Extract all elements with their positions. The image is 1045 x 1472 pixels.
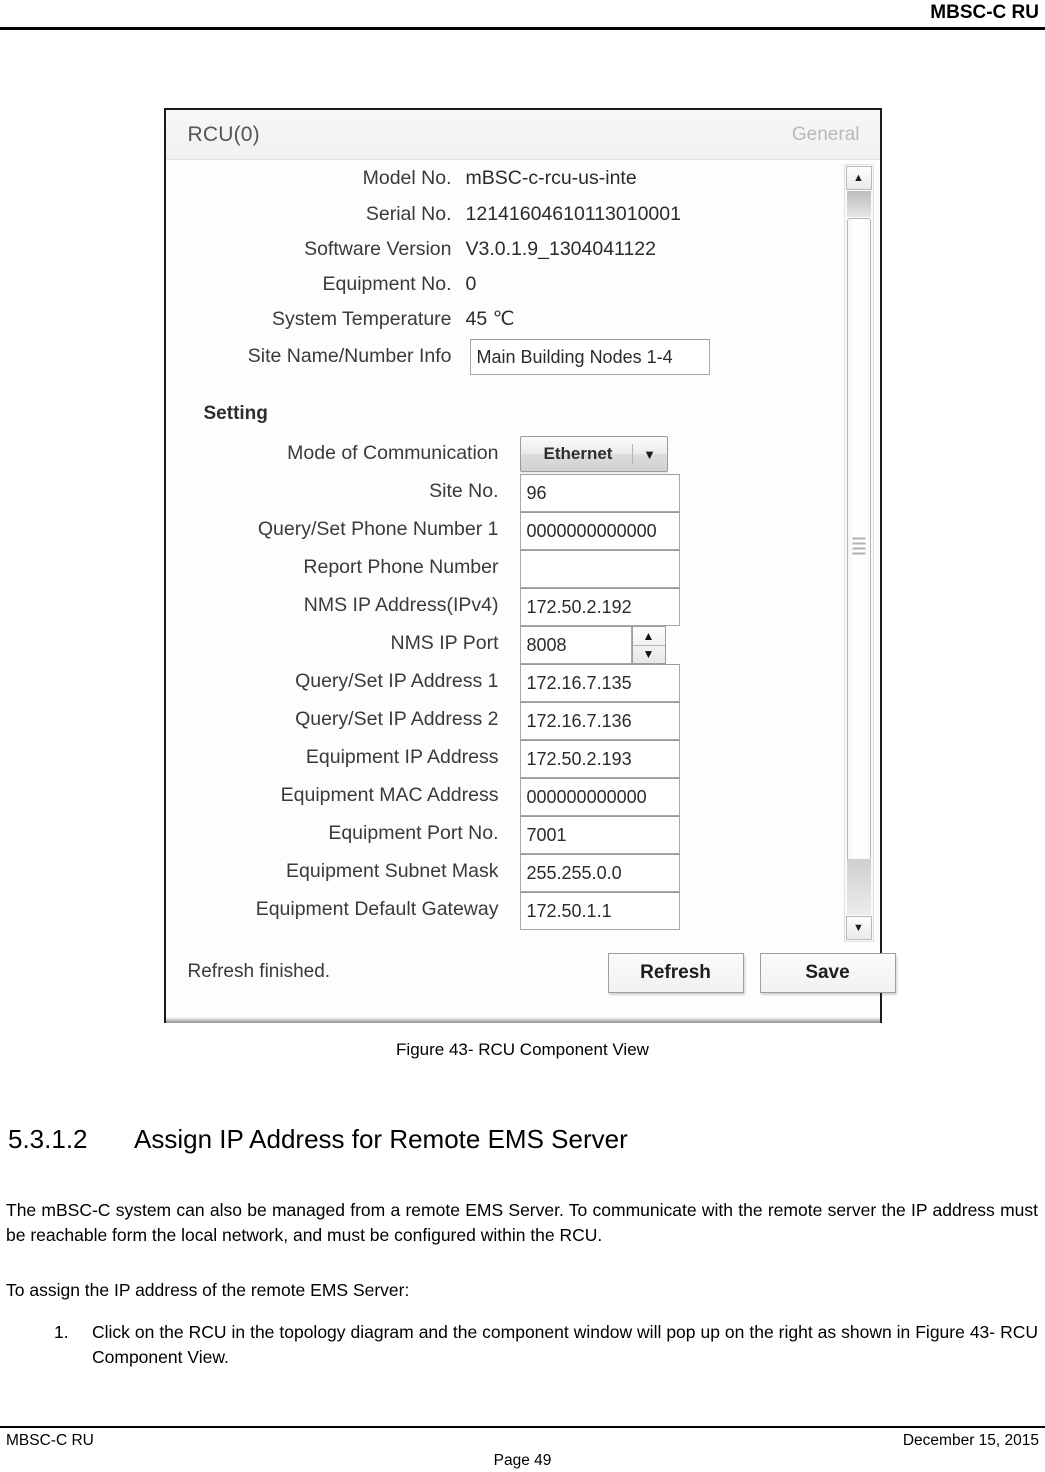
nms-ip-address-ipv4-value: 172.50.2.192 — [526, 596, 632, 617]
info-value-equipment-no: 0 — [465, 272, 477, 295]
numbered-step-list: 1. Click on the RCU in the topology diag… — [6, 1320, 1038, 1370]
equipment-subnet-mask-input[interactable]: 255.255.0.0 — [519, 854, 680, 892]
paragraph-intro: The mBSC-C system can also be managed fr… — [6, 1200, 1038, 1245]
nms-ip-port-input[interactable]: 8008 — [519, 626, 632, 664]
stepper-down-icon[interactable]: ▼ — [633, 646, 665, 664]
equipment-port-no-input[interactable]: 7001 — [519, 816, 680, 854]
info-row-software-version: Software Version — [166, 235, 452, 263]
info-row-model-no: Model No. — [166, 164, 452, 192]
scrollbar-track-above-thumb[interactable] — [846, 191, 871, 217]
equipment-mac-address-input[interactable]: 000000000000 — [519, 778, 680, 816]
refresh-button[interactable]: Refresh — [607, 953, 744, 993]
info-label: System Temperature — [271, 307, 452, 330]
chevron-down-icon[interactable]: ▼ — [633, 448, 667, 461]
info-label: Equipment No. — [322, 272, 452, 295]
info-value-system-temperature: 45 ℃ — [465, 308, 515, 330]
page-header-title: MBSC-C RU — [930, 2, 1039, 23]
list-item-marker: 1. — [54, 1322, 69, 1342]
equipment-default-gateway-value: 172.50.1.1 — [526, 900, 612, 921]
nms-ip-port-stepper[interactable]: ▲ ▼ — [631, 626, 666, 664]
nms-ip-port-value: 8008 — [526, 634, 567, 655]
label-query-set-ip-address-2: Query/Set IP Address 2 — [295, 708, 499, 730]
equipment-ip-address-value: 172.50.2.193 — [526, 748, 632, 769]
dialog-titlebar: RCU(0) General — [165, 110, 880, 160]
label-report-phone-number: Report Phone Number — [303, 556, 499, 578]
info-value-software-version: V3.0.1.9_1304041122 — [465, 237, 657, 260]
label-site-no: Site No. — [429, 480, 499, 502]
footer-page-number: Page 49 — [493, 1452, 552, 1469]
label-mode-of-communication: Mode of Communication — [287, 442, 499, 464]
stepper-up-icon[interactable]: ▲ — [632, 627, 665, 646]
info-value-serial-no: 12141604610113010001 — [465, 202, 681, 225]
info-row-site-name: Site Name/Number Info — [166, 342, 452, 370]
figure-rcu-component-view: RCU(0) General Model No. mBSC-c-rcu-us-i… — [0, 108, 1045, 1023]
footer-divider — [0, 1426, 1045, 1428]
label-equipment-mac-address: Equipment MAC Address — [280, 784, 499, 806]
info-label: Model No. — [362, 166, 452, 189]
paragraph-lead-in: To assign the IP address of the remote E… — [6, 1280, 410, 1300]
scroll-down-icon[interactable]: ▼ — [845, 916, 872, 940]
query-set-ip-address-1-input[interactable]: 172.16.7.135 — [519, 664, 680, 702]
page-header: MBSC-C RU — [0, 0, 1045, 28]
equipment-ip-address-input[interactable]: 172.50.2.193 — [519, 740, 680, 778]
info-label: Serial No. — [365, 202, 452, 225]
vertical-scrollbar[interactable]: ▲ ▼ — [843, 164, 874, 942]
dialog-footer: Refresh finished. Refresh Save — [165, 945, 896, 1023]
nms-ip-address-ipv4-input[interactable]: 172.50.2.192 — [519, 588, 680, 626]
site-no-value: 96 — [526, 482, 547, 503]
tab-general[interactable]: General — [792, 124, 860, 146]
query-set-phone-number-1-input[interactable]: 0000000000000 — [519, 512, 680, 550]
equipment-subnet-mask-value: 255.255.0.0 — [526, 862, 622, 883]
label-nms-ip-address-ipv4: NMS IP Address(IPv4) — [303, 594, 499, 616]
dialog-bottom-bevel — [165, 1017, 880, 1023]
equipment-port-no-value: 7001 — [526, 824, 567, 845]
site-no-input[interactable]: 96 — [519, 474, 680, 512]
scrollbar-thumb[interactable] — [846, 218, 871, 873]
dialog-inner: RCU(0) General Model No. mBSC-c-rcu-us-i… — [165, 110, 896, 1023]
mode-of-communication-dropdown[interactable]: Ethernet ▼ — [519, 436, 668, 472]
section-number: 5.3.1.2 — [8, 1124, 88, 1154]
label-query-set-ip-address-1: Query/Set IP Address 1 — [295, 670, 499, 692]
label-query-set-phone-number-1: Query/Set Phone Number 1 — [257, 518, 499, 540]
report-phone-number-input[interactable] — [519, 550, 680, 588]
dialog-content: Model No. mBSC-c-rcu-us-inte Serial No. … — [166, 160, 880, 945]
info-row-serial-no: Serial No. — [166, 200, 452, 228]
setting-section-title: Setting — [203, 403, 268, 424]
query-set-ip-address-2-value: 172.16.7.136 — [526, 710, 632, 731]
label-equipment-port-no: Equipment Port No. — [328, 822, 499, 844]
label-nms-ip-port: NMS IP Port — [390, 632, 499, 654]
query-set-ip-address-1-value: 172.16.7.135 — [526, 672, 632, 693]
list-item-text: Click on the RCU in the topology diagram… — [92, 1322, 1038, 1367]
dialog-title: RCU(0) — [187, 123, 260, 146]
label-equipment-subnet-mask: Equipment Subnet Mask — [286, 860, 499, 882]
save-button[interactable]: Save — [759, 953, 896, 993]
query-set-phone-number-1-value: 0000000000000 — [526, 520, 657, 541]
list-item: 1. Click on the RCU in the topology diag… — [6, 1320, 1038, 1370]
scrollbar-track-below-thumb[interactable] — [846, 859, 871, 915]
site-name-label: Site Name/Number Info — [247, 344, 452, 367]
site-name-input[interactable]: Main Building Nodes 1-4 — [469, 339, 710, 375]
label-equipment-ip-address: Equipment IP Address — [305, 746, 499, 768]
mode-of-communication-value: Ethernet — [543, 444, 613, 463]
header-divider — [0, 27, 1045, 30]
label-equipment-default-gateway: Equipment Default Gateway — [255, 898, 499, 920]
rcu-component-dialog: RCU(0) General Model No. mBSC-c-rcu-us-i… — [163, 108, 896, 1023]
site-name-value: Main Building Nodes 1-4 — [476, 346, 673, 367]
figure-caption: Figure 43- RCU Component View — [396, 1040, 649, 1059]
status-text: Refresh finished. — [187, 961, 331, 982]
equipment-default-gateway-input[interactable]: 172.50.1.1 — [519, 892, 680, 930]
info-label: Software Version — [304, 237, 452, 260]
info-row-equipment-no: Equipment No. — [166, 270, 452, 298]
query-set-ip-address-2-input[interactable]: 172.16.7.136 — [519, 702, 680, 740]
section-heading: 5.3.1.2 Assign IP Address for Remote EMS … — [8, 1124, 628, 1155]
info-value-model-no: mBSC-c-rcu-us-inte — [465, 166, 637, 189]
equipment-mac-address-value: 000000000000 — [526, 786, 647, 807]
scroll-up-icon[interactable]: ▲ — [845, 166, 872, 190]
section-title-text: Assign IP Address for Remote EMS Server — [134, 1124, 628, 1154]
info-row-system-temperature: System Temperature — [166, 305, 452, 333]
footer-document-name: MBSC-C RU — [6, 1432, 94, 1449]
footer-date: December 15, 2015 — [902, 1432, 1039, 1449]
scrollbar-grip-icon — [852, 537, 865, 554]
